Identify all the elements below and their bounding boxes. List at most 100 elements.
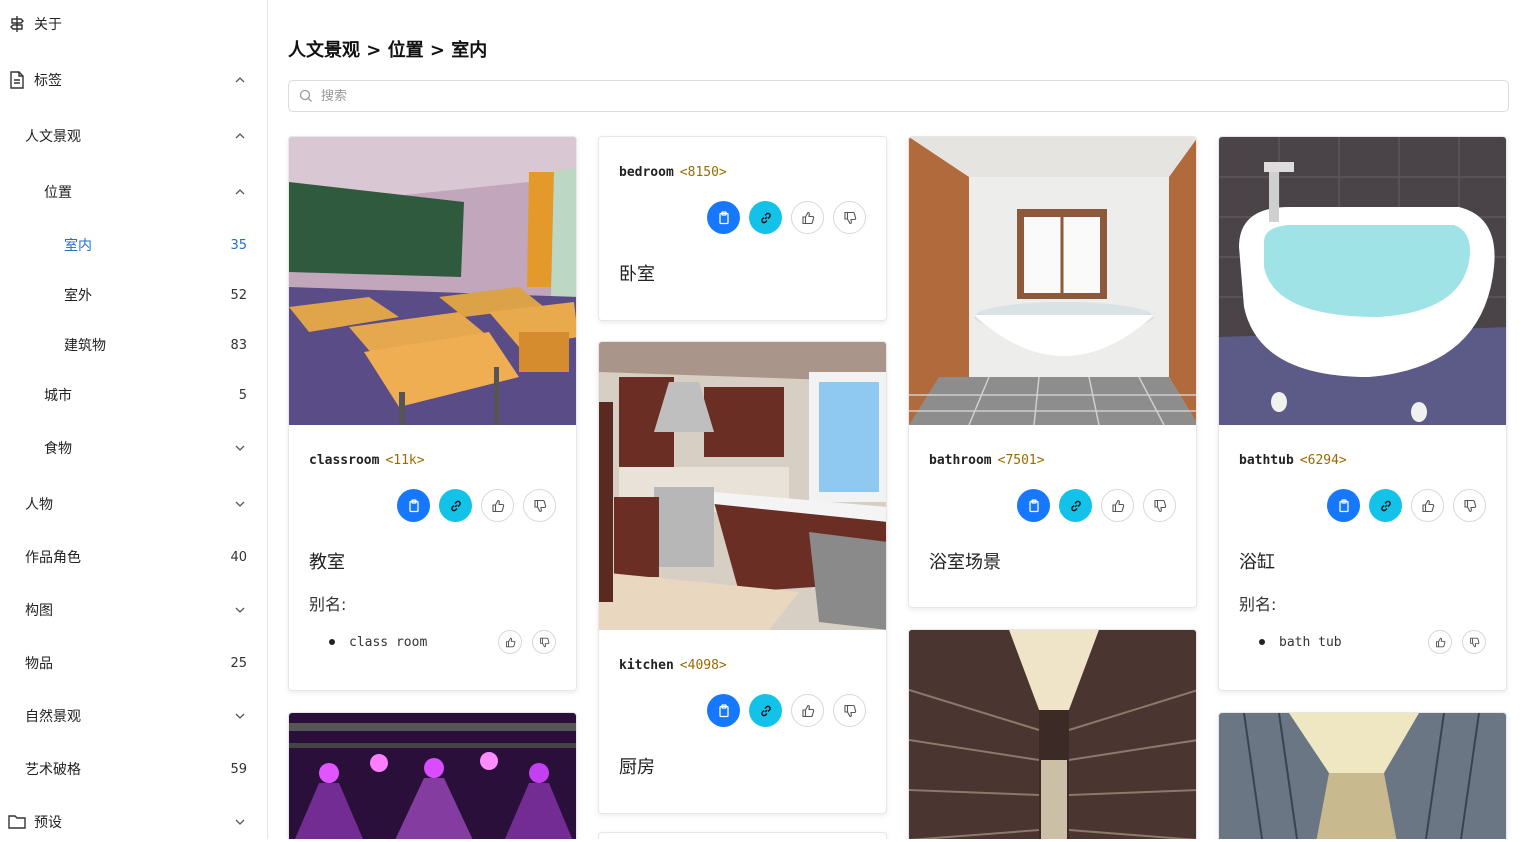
tag-card-partial	[598, 832, 887, 839]
clipboard-icon	[718, 210, 729, 224]
sidebar-item-label: 人文景观	[25, 129, 81, 145]
signpost-icon	[8, 15, 26, 33]
tag-actions	[1327, 489, 1486, 522]
tag-chinese-name: 厨房	[619, 757, 655, 778]
sidebar-item-label: 标签	[34, 73, 62, 89]
thumbs-up-button[interactable]	[791, 201, 824, 234]
tag-image	[1219, 137, 1506, 425]
thumbs-up-button[interactable]	[481, 489, 514, 522]
sidebar-item-location[interactable]: 位置	[0, 172, 267, 212]
bullet	[329, 639, 335, 645]
tag-image	[1219, 713, 1506, 839]
sidebar-item-label: 食物	[44, 441, 72, 457]
link-button[interactable]	[1059, 489, 1092, 522]
tag-image	[909, 137, 1196, 425]
tag-actions	[1017, 489, 1176, 522]
thumbs-up-button[interactable]	[1101, 489, 1134, 522]
sidebar-item-tags[interactable]: 标签	[0, 60, 267, 100]
document-icon	[8, 71, 26, 89]
sidebar-item-label: 自然景观	[25, 709, 81, 725]
sidebar-item-label: 室内	[64, 238, 92, 254]
tag-name[interactable]: bedroom	[619, 165, 674, 180]
sidebar-item-label: 预设	[34, 815, 62, 831]
copy-button[interactable]	[1017, 489, 1050, 522]
sidebar-item-label: 人物	[25, 497, 53, 513]
sidebar-item-count: 35	[230, 237, 247, 253]
link-icon	[450, 500, 461, 511]
copy-button[interactable]	[707, 694, 740, 727]
tag-actions	[707, 694, 866, 727]
sidebar-item-presets[interactable]: 预设	[0, 802, 267, 842]
link-button[interactable]	[1369, 489, 1402, 522]
search-bar[interactable]	[288, 80, 1509, 112]
tag-line: classroom <11k>	[309, 453, 425, 468]
main-content: 人文景观 > 位置 > 室内 搜索 classroom <11k> 教室 别名:…	[268, 0, 1528, 839]
clipboard-icon	[1338, 498, 1349, 512]
breadcrumb: 人文景观 > 位置 > 室内	[288, 40, 488, 61]
tag-chinese-name: 教室	[309, 552, 345, 573]
thumbs-down-button[interactable]	[1143, 489, 1176, 522]
clipboard-icon	[718, 703, 729, 717]
chevron-down-icon	[233, 709, 247, 723]
link-icon	[1380, 500, 1391, 511]
chevron-down-icon	[233, 603, 247, 617]
copy-button[interactable]	[397, 489, 430, 522]
thumbs-down-button[interactable]	[833, 201, 866, 234]
tag-card-kitchen: kitchen <4098> 厨房	[598, 341, 887, 814]
tag-image	[289, 713, 576, 839]
sidebar-item-buildings[interactable]: 建筑物 83	[0, 325, 267, 365]
sidebar-item-art[interactable]: 艺术破格 59	[0, 749, 267, 789]
thumbs-down-button[interactable]	[833, 694, 866, 727]
thumbs-up-icon	[1435, 637, 1445, 647]
sidebar-item-people[interactable]: 人物	[0, 484, 267, 524]
sidebar-item-label: 位置	[44, 185, 72, 201]
sidebar-item-characters[interactable]: 作品角色 40	[0, 537, 267, 577]
copy-button[interactable]	[707, 201, 740, 234]
tag-chinese-name: 浴室场景	[929, 552, 1001, 573]
link-button[interactable]	[749, 201, 782, 234]
sidebar-item-label: 建筑物	[64, 338, 106, 354]
alias-thumbs-down-button[interactable]	[1462, 630, 1486, 654]
chevron-up-icon	[233, 129, 247, 143]
sidebar-item-city[interactable]: 城市 5	[0, 375, 267, 415]
sidebar-item-humanities[interactable]: 人文景观	[0, 116, 267, 156]
tag-name[interactable]: bathroom	[929, 453, 992, 468]
alias-thumbs-up-button[interactable]	[1428, 630, 1452, 654]
sidebar-item-count: 52	[230, 287, 247, 303]
sidebar-item-count: 83	[230, 337, 247, 353]
thumbs-up-button[interactable]	[1411, 489, 1444, 522]
clipboard-icon	[408, 498, 419, 512]
alias-thumbs-down-button[interactable]	[532, 630, 556, 654]
alias-text[interactable]: bath tub	[1279, 635, 1342, 650]
sidebar-item-outdoor[interactable]: 室外 52	[0, 275, 267, 315]
search-input[interactable]	[321, 88, 1481, 104]
sidebar-item-label: 室外	[64, 288, 92, 304]
sidebar-item-count: 25	[230, 655, 247, 671]
link-button[interactable]	[749, 694, 782, 727]
thumbs-down-button[interactable]	[1453, 489, 1486, 522]
alias-thumbs-up-button[interactable]	[498, 630, 522, 654]
thumbs-up-icon	[1111, 499, 1124, 512]
thumbs-down-button[interactable]	[523, 489, 556, 522]
tag-name[interactable]: kitchen	[619, 658, 674, 673]
tag-name[interactable]: bathtub	[1239, 453, 1294, 468]
copy-button[interactable]	[1327, 489, 1360, 522]
sidebar-item-indoor[interactable]: 室内 35	[0, 225, 267, 265]
tag-chinese-name: 卧室	[619, 264, 655, 285]
sidebar-item-objects[interactable]: 物品 25	[0, 643, 267, 683]
alias-text[interactable]: class room	[349, 635, 427, 650]
sidebar-item-food[interactable]: 食物	[0, 428, 267, 468]
sidebar-item-label: 构图	[25, 603, 53, 619]
tag-name[interactable]: classroom	[309, 453, 379, 468]
sidebar-item-nature[interactable]: 自然景观	[0, 696, 267, 736]
thumbs-up-icon	[505, 637, 515, 647]
thumbs-up-button[interactable]	[791, 694, 824, 727]
sidebar-item-count: 40	[230, 549, 247, 565]
alias-item: bath tub	[1259, 630, 1486, 654]
link-button[interactable]	[439, 489, 472, 522]
thumbs-down-icon	[1153, 499, 1166, 512]
sidebar-item-composition[interactable]: 构图	[0, 590, 267, 630]
sidebar-item-about[interactable]: 关于	[0, 4, 267, 44]
link-icon	[760, 705, 771, 716]
thumbs-up-icon	[801, 704, 814, 717]
